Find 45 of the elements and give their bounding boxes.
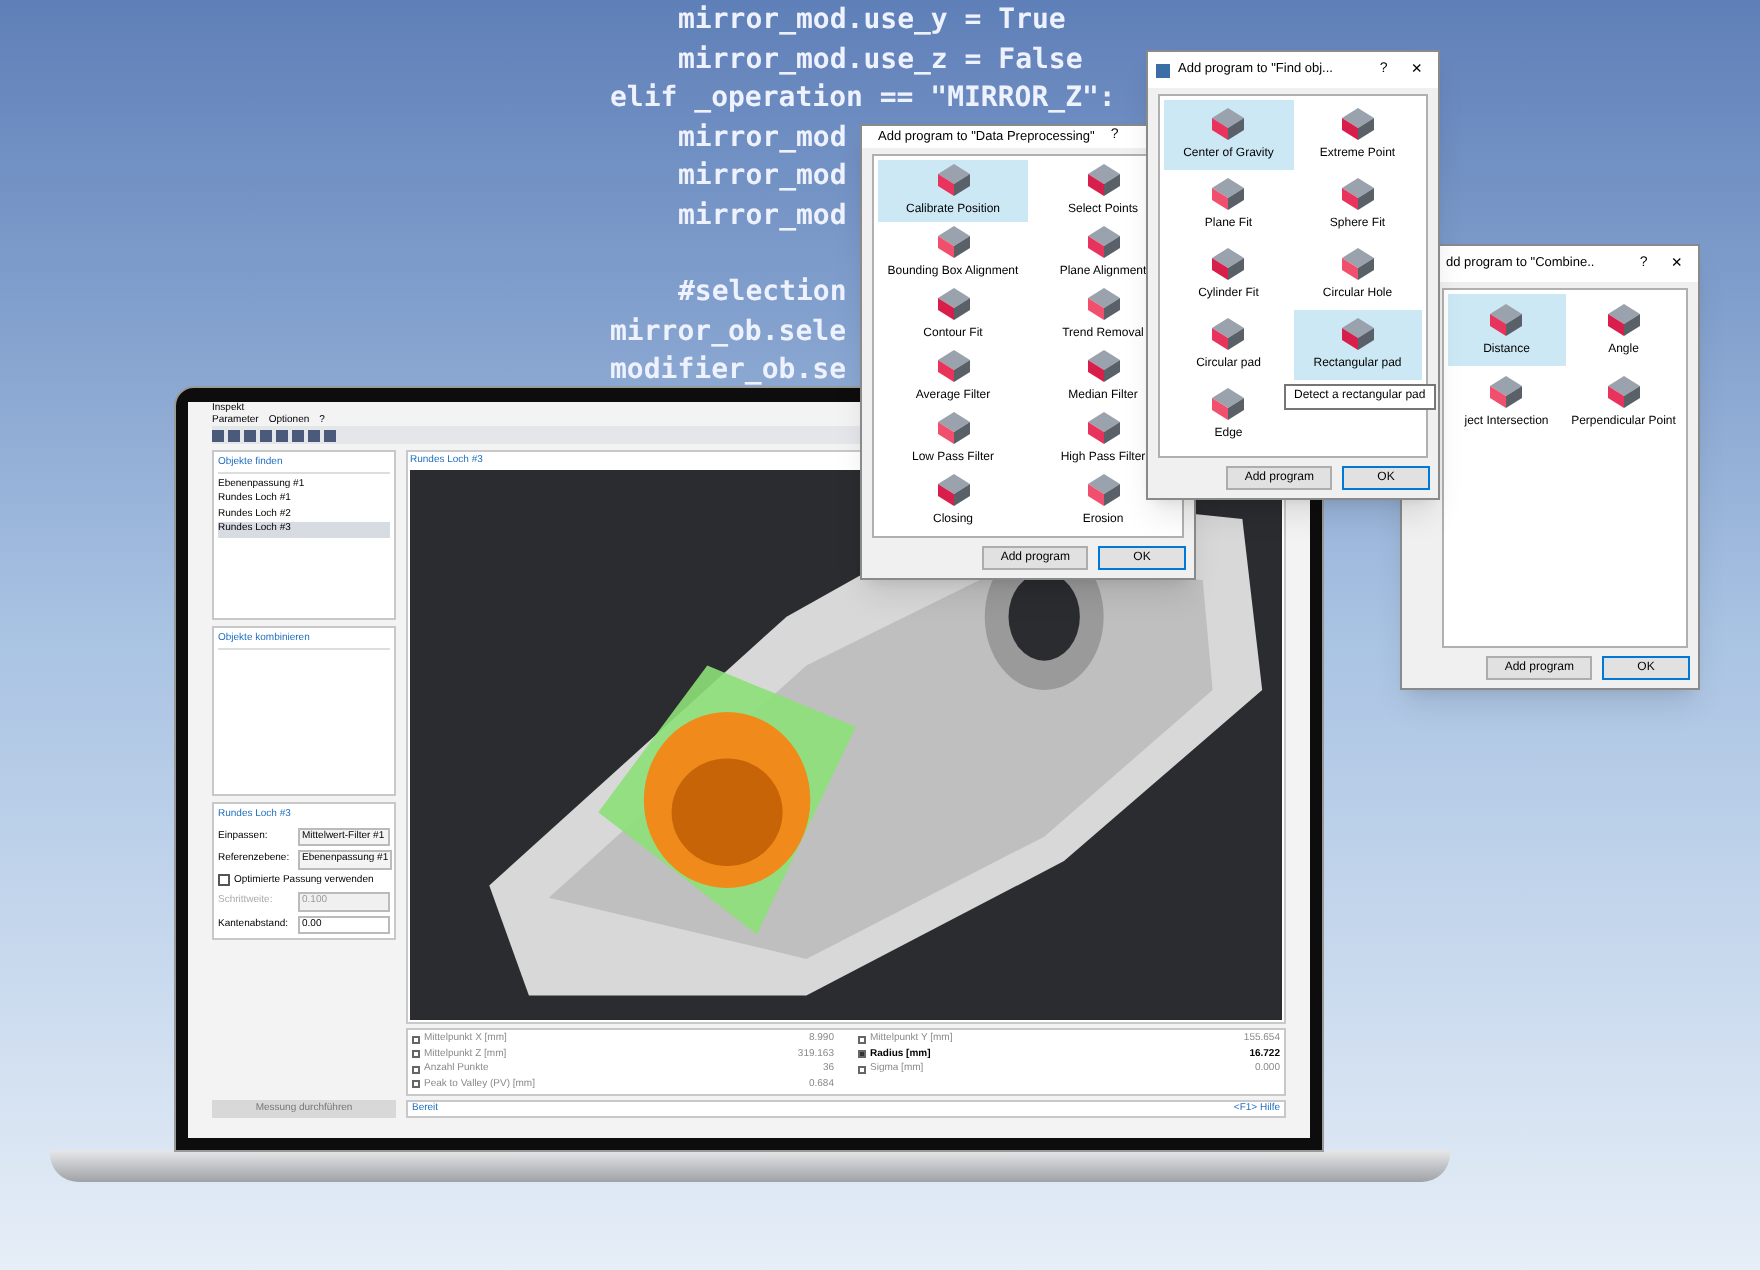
cube-icon (1085, 286, 1121, 322)
cube-icon (1605, 373, 1642, 409)
checkbox[interactable] (412, 1035, 420, 1044)
code-line: modifier_ob.se (610, 352, 847, 390)
close-button[interactable]: × (1403, 56, 1430, 84)
cube-icon (935, 286, 971, 322)
code-line: mirror_mod.use_z = False (676, 41, 1083, 79)
cube-icon (1085, 410, 1121, 446)
cube-icon (1085, 162, 1121, 198)
app-icon (1156, 63, 1170, 77)
code-line: elif _operation == "MIRROR_Z": (610, 80, 1116, 118)
cube-icon (1488, 301, 1525, 337)
checkbox[interactable] (412, 1065, 420, 1074)
code-line: mirror_mod (676, 119, 847, 157)
code-line: mirror_mod (676, 158, 847, 196)
code-line: #selection (676, 274, 847, 312)
checkbox[interactable] (218, 874, 230, 887)
cube-icon (1210, 176, 1247, 212)
cube-icon (1339, 246, 1376, 282)
checkbox[interactable] (412, 1050, 420, 1059)
checkbox[interactable] (412, 1080, 420, 1089)
cube-icon (935, 410, 971, 446)
checkbox[interactable] (858, 1065, 866, 1074)
code-line: mirror_mod.use_y = True (676, 2, 1066, 40)
cube-icon (1210, 316, 1247, 352)
cube-icon (1339, 106, 1376, 142)
cube-icon (1488, 373, 1525, 409)
cube-icon (935, 472, 971, 508)
cube-icon (1210, 246, 1247, 282)
close-button[interactable]: × (1663, 250, 1690, 278)
cube-icon (935, 162, 971, 198)
code-line: mirror_ob.sele (610, 313, 847, 351)
cube-icon (1339, 176, 1376, 212)
cube-icon (935, 224, 971, 260)
cube-icon (935, 348, 971, 384)
cube-icon (1085, 224, 1121, 260)
cube-icon (1210, 106, 1247, 142)
cube-icon (1210, 386, 1247, 422)
cube-icon (1085, 472, 1121, 508)
cube-icon (1339, 316, 1376, 352)
checkbox[interactable] (858, 1050, 866, 1059)
code-line: mirror_mod (676, 197, 847, 235)
checkbox[interactable] (858, 1035, 866, 1044)
cube-icon (1085, 348, 1121, 384)
cube-icon (1605, 301, 1642, 337)
